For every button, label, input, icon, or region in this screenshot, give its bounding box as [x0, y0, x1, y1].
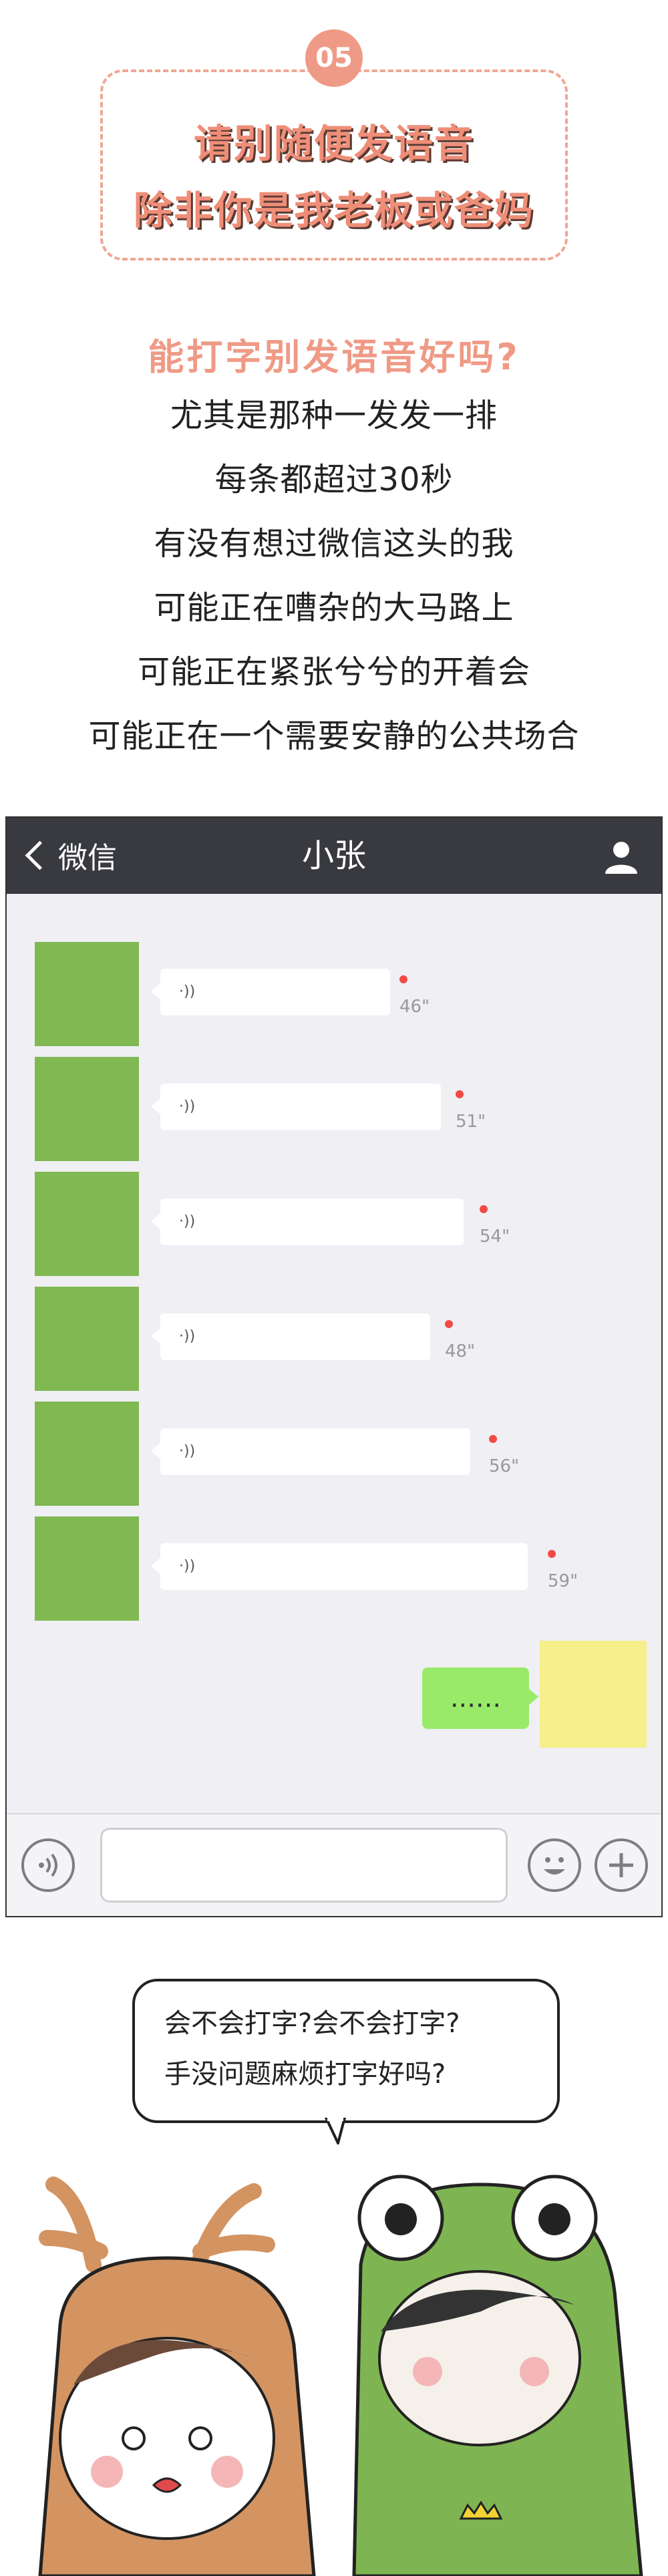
voice-bubble[interactable]: ·)) — [151, 1313, 430, 1360]
speech-bubble — [132, 1979, 560, 2123]
plus-icon[interactable] — [595, 1838, 648, 1892]
speech-bubble-tail — [325, 2118, 347, 2144]
frog-character — [352, 2175, 643, 2576]
voice-message-row: ·)) 56" — [7, 1402, 661, 1508]
voice-duration: 48" — [445, 1341, 476, 1361]
input-bar — [7, 1813, 661, 1916]
unread-dot — [445, 1320, 453, 1328]
voice-bubble[interactable]: ·)) — [151, 1084, 441, 1130]
voice-wave-icon: ·)) — [179, 1213, 196, 1230]
voice-input-icon[interactable] — [21, 1838, 75, 1892]
title-line-2: 除非你是我老板或爸妈 — [133, 188, 534, 233]
frog-avatar[interactable] — [540, 1641, 647, 1748]
voice-wave-icon: ·)) — [179, 1558, 196, 1575]
body-line: 可能正在嘈杂的大马路上 — [154, 589, 514, 627]
voice-duration: 51" — [456, 1112, 486, 1132]
voice-duration: 59" — [548, 1571, 578, 1591]
body-line: 可能正在一个需要安静的公共场合 — [88, 717, 580, 755]
voice-bubble[interactable]: ·)) — [151, 1198, 464, 1245]
comic-illustration — [38, 2175, 643, 2576]
voice-message-row: ·)) 59" — [7, 1516, 661, 1623]
speech-line: 会不会打字?会不会打字? — [164, 2008, 460, 2039]
reply-bubble[interactable]: ...... — [422, 1667, 538, 1729]
unread-dot — [480, 1205, 488, 1213]
subtitle: 能打字别发语音好吗? — [148, 336, 520, 378]
wechat-chat-window: 微信 小张 ·)) 46" ·)) 51" ·)) 54" ·)) 48" ·)… — [5, 816, 663, 1917]
voice-duration: 56" — [489, 1456, 520, 1476]
reply-message-row: ...... — [7, 1641, 661, 1748]
unread-dot — [489, 1435, 497, 1443]
deer-character — [38, 2177, 316, 2576]
speech-line: 手没问题麻烦打字好吗? — [164, 2059, 446, 2090]
section-number-badge: 05 — [305, 29, 363, 87]
voice-duration: 54" — [480, 1227, 510, 1247]
voice-bubble[interactable]: ·)) — [151, 1428, 470, 1475]
user-icon[interactable] — [603, 838, 640, 875]
voice-bubble[interactable]: ·)) — [151, 969, 390, 1015]
deer-avatar[interactable] — [35, 1287, 139, 1391]
body-line: 有没有想过微信这头的我 — [154, 525, 514, 562]
body-line: 每条都超过30秒 — [214, 461, 454, 498]
body-line: 尤其是那种一发发一排 — [170, 397, 498, 434]
nav-bar: 微信 小张 — [7, 818, 661, 894]
deer-avatar[interactable] — [35, 942, 139, 1046]
voice-message-row: ·)) 46" — [7, 942, 661, 1049]
emoji-icon[interactable] — [528, 1838, 581, 1892]
unread-dot — [548, 1550, 556, 1558]
voice-duration: 46" — [399, 997, 430, 1017]
voice-message-row: ·)) 51" — [7, 1057, 661, 1164]
contact-name: 小张 — [301, 837, 366, 874]
unread-dot — [399, 975, 407, 983]
voice-wave-icon: ·)) — [179, 1443, 196, 1460]
voice-message-row: ·)) 54" — [7, 1172, 661, 1279]
title-line-1: 请别随便发语音 — [193, 121, 474, 166]
message-input[interactable] — [100, 1828, 508, 1903]
deer-avatar[interactable] — [35, 1516, 139, 1621]
voice-wave-icon: ·)) — [179, 1098, 196, 1115]
voice-wave-icon: ·)) — [179, 1328, 196, 1345]
body-line: 可能正在紧张兮兮的开着会 — [137, 653, 530, 691]
voice-wave-icon: ·)) — [179, 983, 196, 1000]
deer-avatar[interactable] — [35, 1172, 139, 1276]
voice-bubble[interactable]: ·)) — [151, 1543, 528, 1590]
deer-avatar[interactable] — [35, 1057, 139, 1161]
unread-dot — [456, 1090, 464, 1098]
deer-avatar[interactable] — [35, 1402, 139, 1506]
voice-message-row: ·)) 48" — [7, 1287, 661, 1394]
